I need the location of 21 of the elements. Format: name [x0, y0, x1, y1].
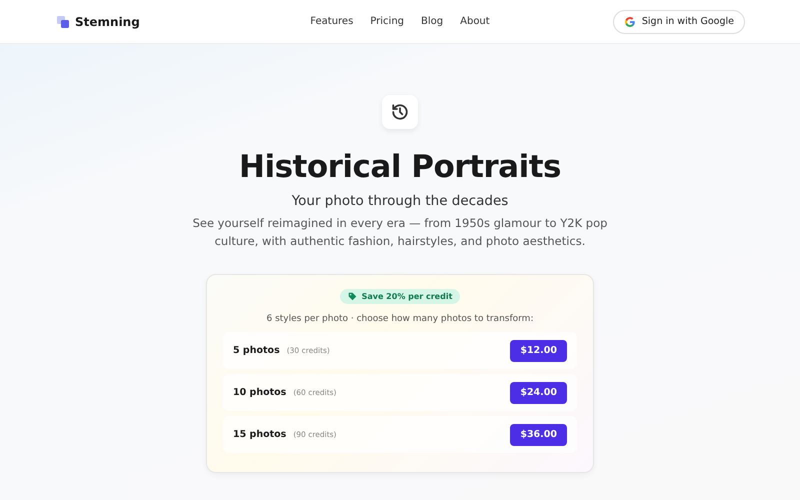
price-button[interactable]: $36.00	[510, 424, 567, 446]
brand-name[interactable]: Stemning	[75, 14, 140, 28]
google-sign-in-button[interactable]: Sign in with Google	[612, 10, 745, 34]
nav-link[interactable]: About	[460, 16, 490, 27]
description: See yourself reimagined in every era — from 1950s glamour to Y2K pop culture, with authentic fashion, hairstyles, and photo aesthetics.	[192, 215, 608, 250]
price-button[interactable]: $24.00	[510, 382, 567, 404]
badge-text: Save 20% per credit	[362, 292, 452, 301]
nav-link[interactable]: Features	[310, 16, 354, 27]
nav-link[interactable]: Pricing	[370, 16, 404, 27]
pricing-note: 6 styles per photo · choose how many photos to transform:	[266, 314, 534, 324]
logo-icon	[57, 16, 69, 28]
tag-icon	[348, 292, 357, 301]
option-label: 15 photos	[233, 429, 286, 440]
option-label: 10 photos	[233, 387, 286, 398]
nav-link[interactable]: Blog	[421, 16, 444, 27]
option-label: 5 photos	[233, 345, 280, 356]
history-icon	[391, 103, 409, 121]
page-title: Historical Portraits	[239, 149, 561, 185]
price-button[interactable]: $12.00	[510, 340, 567, 362]
subtitle: Your photo through the decades	[292, 193, 508, 209]
google-g-icon	[624, 16, 636, 28]
